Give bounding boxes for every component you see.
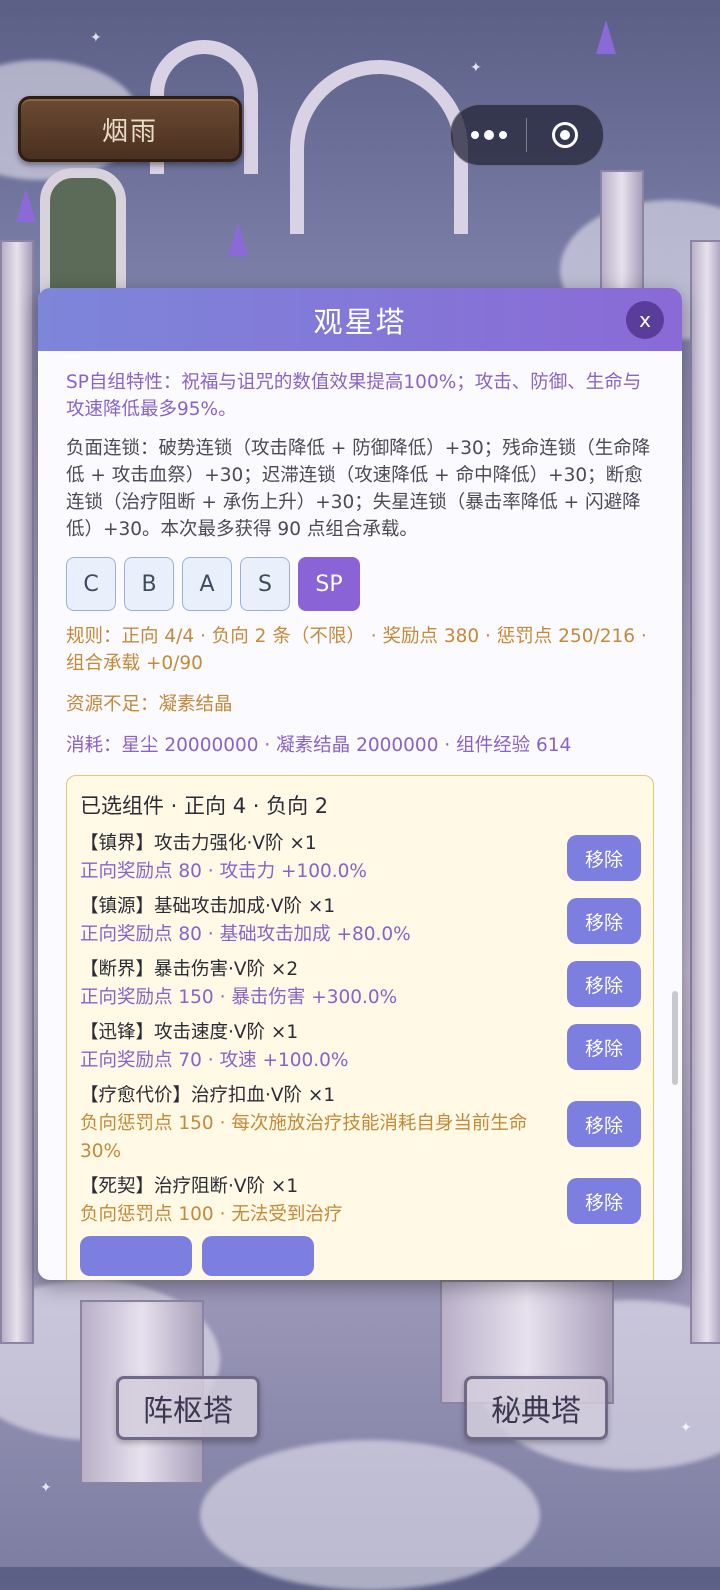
miniprogram-capsule — [450, 104, 604, 166]
component-detail: 负向惩罚点 150 · 每次施放治疗技能消耗自身当前生命 30% — [80, 1113, 528, 1162]
scrollbar[interactable] — [672, 991, 678, 1085]
shortage-text: 资源不足：凝素结晶 — [66, 694, 233, 715]
list-item: 【迅锋】攻击速度·V阶 ×1 正向奖励点 70 · 攻速 +100.0% 移除 — [80, 1019, 641, 1075]
negative-chain-text: 负面连锁：破势连锁（攻击降低 + 防御降低）+30；残命连锁（生命降低 + 攻击… — [66, 438, 651, 540]
list-item: 【镇界】攻击力强化·V阶 ×1 正向奖励点 80 · 攻击力 +100.0% 移… — [80, 830, 641, 886]
list-item: 【断界】暴击伤害·V阶 ×2 正向奖励点 150 · 暴击伤害 +300.0% … — [80, 956, 641, 1012]
stargazing-tower-modal: 观星塔 x SP自组特性：祝福与诅咒的数值效果提高100%；攻击、防御、生命与攻… — [38, 288, 682, 1280]
component-name: 【死契】治疗阻断·V阶 ×1 — [80, 1176, 299, 1197]
component-name: 【镇界】攻击力强化·V阶 ×1 — [80, 833, 317, 854]
close-button[interactable]: x — [626, 301, 664, 339]
more-button[interactable] — [451, 105, 526, 165]
target-icon — [551, 122, 578, 148]
formation-tower-sign[interactable]: 阵枢塔 — [116, 1376, 260, 1440]
player-name-plate[interactable]: 烟雨 — [18, 96, 242, 162]
remove-button[interactable]: 移除 — [567, 1024, 641, 1070]
tier-sp-button[interactable]: SP — [298, 557, 360, 611]
remove-button[interactable]: 移除 — [567, 961, 641, 1007]
component-detail: 正向奖励点 80 · 基础攻击加成 +80.0% — [80, 924, 411, 945]
remove-button[interactable]: 移除 — [567, 1178, 641, 1224]
list-item: 【镇源】基础攻击加成·V阶 ×1 正向奖励点 80 · 基础攻击加成 +80.0… — [80, 893, 641, 949]
component-name: 【断界】暴击伤害·V阶 ×2 — [80, 959, 299, 980]
component-detail: 负向惩罚点 100 · 无法受到治疗 — [80, 1204, 343, 1225]
tier-a-button[interactable]: A — [182, 557, 232, 611]
component-detail: 正向奖励点 70 · 攻速 +100.0% — [80, 1050, 349, 1071]
remove-button[interactable]: 移除 — [567, 898, 641, 944]
exit-button[interactable] — [527, 105, 602, 165]
cost-text: 消耗：星尘 20000000 · 凝素结晶 2000000 · 组件经验 614 — [66, 735, 572, 756]
component-detail: 正向奖励点 150 · 暴击伤害 +300.0% — [80, 987, 398, 1008]
modal-body[interactable]: SP自组特性：祝福与诅咒的数值效果提高100%；攻击、防御、生命与攻速降低最多9… — [38, 351, 682, 1280]
list-item: 【死契】治疗阻断·V阶 ×1 负向惩罚点 100 · 无法受到治疗 移除 — [80, 1173, 641, 1229]
tier-c-button[interactable]: C — [66, 557, 116, 611]
component-name: 【镇源】基础攻击加成·V阶 ×1 — [80, 896, 336, 917]
modal-header: 观星塔 x — [38, 288, 682, 351]
action-button[interactable] — [80, 1236, 192, 1276]
remove-button[interactable]: 移除 — [567, 835, 641, 881]
codex-tower-sign[interactable]: 秘典塔 — [464, 1376, 608, 1440]
tier-s-button[interactable]: S — [240, 557, 290, 611]
sp-trait-text: SP自组特性：祝福与诅咒的数值效果提高100%；攻击、防御、生命与攻速降低最多9… — [66, 372, 642, 420]
tier-b-button[interactable]: B — [124, 557, 174, 611]
component-name: 【迅锋】攻击速度·V阶 ×1 — [80, 1022, 299, 1043]
list-item: 【疗愈代价】治疗扣血·V阶 ×1 负向惩罚点 150 · 每次施放治疗技能消耗自… — [80, 1082, 641, 1166]
component-detail: 正向奖励点 80 · 攻击力 +100.0% — [80, 861, 367, 882]
selected-components-panel: 已选组件 · 正向 4 · 负向 2 【镇界】攻击力强化·V阶 ×1 正向奖励点… — [66, 775, 654, 1280]
rule-text: 规则：正向 4/4 · 负向 2 条（不限） · 奖励点 380 · 惩罚点 2… — [66, 626, 647, 674]
action-buttons-partial — [80, 1236, 641, 1276]
remove-button[interactable]: 移除 — [567, 1101, 641, 1147]
modal-title: 观星塔 — [313, 304, 407, 339]
more-dots-icon — [470, 129, 507, 140]
selected-heading: 已选组件 · 正向 4 · 负向 2 — [80, 794, 329, 818]
tier-selector: C B A S SP — [66, 557, 654, 611]
component-name: 【疗愈代价】治疗扣血·V阶 ×1 — [80, 1085, 336, 1106]
action-button[interactable] — [202, 1236, 314, 1276]
player-name: 烟雨 — [101, 116, 158, 147]
